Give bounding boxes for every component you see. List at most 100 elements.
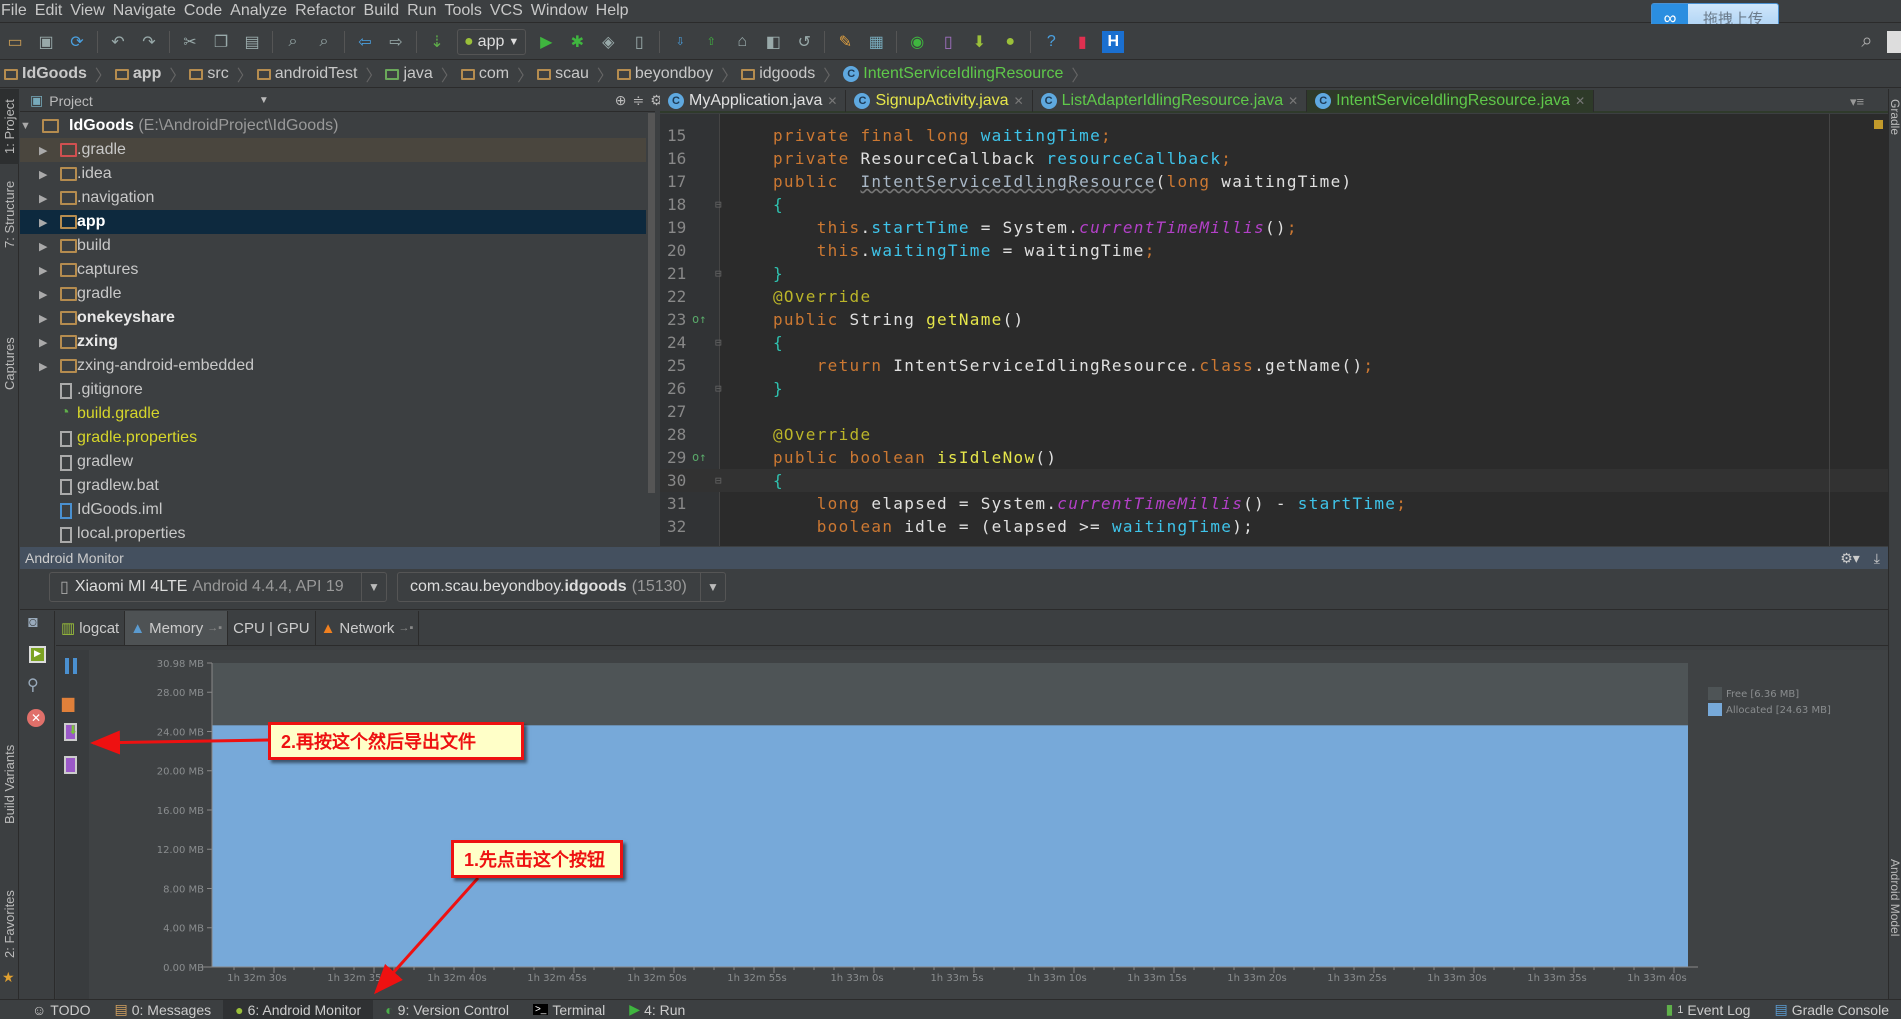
sync-icon[interactable]: ⟳ (66, 31, 88, 53)
menu-help[interactable]: Help (595, 2, 636, 20)
tree-item[interactable]: gradlew (20, 450, 646, 474)
settings-wrench-icon[interactable]: ✎ (834, 31, 856, 53)
close-icon[interactable]: ✕ (1014, 94, 1024, 108)
tree-item[interactable]: ▶ .navigation (20, 186, 646, 210)
hide-panel-icon[interactable]: ⤓ (1874, 550, 1880, 567)
tool-window-project[interactable]: 1: Project (0, 89, 19, 164)
collapsed-arrow-icon[interactable]: ▶ (39, 288, 47, 301)
tab-network[interactable]: ▲ Network →▪ (316, 611, 420, 645)
tool-window-structure[interactable]: 7: Structure (0, 169, 19, 259)
tab-cpu-gpu[interactable]: CPU | GPU (228, 611, 316, 645)
pause-icon[interactable] (65, 658, 77, 674)
dump-java-heap-icon[interactable]: ⬇ (64, 723, 78, 741)
undo-icon[interactable]: ↶ (107, 31, 129, 53)
fold-marker-icon[interactable]: ⊟ (715, 469, 722, 492)
screen-record-icon[interactable]: ▶ (29, 646, 46, 663)
collapse-all-icon[interactable]: ≑ (632, 92, 644, 109)
device-icon[interactable]: ▮ (1071, 31, 1093, 53)
close-icon[interactable]: ✕ (1575, 94, 1585, 108)
vcs-history-icon[interactable]: ⌂ (731, 31, 753, 53)
initiate-gc-icon[interactable]: ▆ (62, 693, 74, 713)
fold-marker-icon[interactable]: ⊟ (715, 193, 722, 216)
tree-item[interactable]: IdGoods.iml (20, 498, 646, 522)
tree-item[interactable]: ◔ build.gradle (20, 402, 646, 426)
tree-scrollbar[interactable] (648, 113, 655, 493)
editor-tab[interactable]: C MyApplication.java ✕ (660, 90, 847, 112)
tab-memory[interactable]: ▲ Memory →▪ (125, 611, 229, 645)
save-icon[interactable]: ▣ (35, 31, 57, 53)
menu-edit[interactable]: Edit (34, 2, 70, 20)
search-icon[interactable]: ⌕ (1856, 30, 1878, 53)
breadcrumb-app[interactable]: app 〉 (114, 62, 189, 86)
tree-item[interactable]: ▶ zxing (20, 330, 646, 354)
override-marker-icon[interactable]: o↑ (692, 308, 706, 331)
breadcrumb-idgoods-pkg[interactable]: idgoods 〉 (741, 62, 843, 86)
open-folder-icon[interactable]: ▭ (4, 31, 26, 53)
process-select[interactable]: com.scau.beyondboy. idgoods (15130) ▼ (397, 572, 726, 602)
menu-file[interactable]: File (0, 2, 34, 20)
tree-item[interactable]: ▶ build (20, 234, 646, 258)
chevron-down-icon[interactable]: ▼ (259, 95, 269, 106)
tool-window-favorites[interactable]: 2: Favorites (0, 879, 19, 969)
vcs-revert-icon[interactable]: ↺ (793, 31, 815, 53)
redo-icon[interactable]: ↷ (138, 31, 160, 53)
find-icon[interactable]: ⌕ (282, 31, 304, 53)
vcs-compare-icon[interactable]: ◧ (762, 31, 784, 53)
tree-item[interactable]: gradle.properties (20, 426, 646, 450)
fold-marker-icon[interactable]: ⊟ (715, 331, 722, 354)
vcs-update-icon[interactable]: ⇩ (669, 31, 691, 53)
make-project-icon[interactable]: ⇣ (426, 31, 448, 53)
forward-icon[interactable]: ⇨ (385, 31, 407, 53)
breadcrumb-src[interactable]: src 〉 (189, 62, 256, 86)
menu-run[interactable]: Run (406, 2, 443, 20)
menu-vcs[interactable]: VCS (489, 2, 530, 20)
code-editor[interactable]: 15 private final long waitingTime; 16 priva… (660, 114, 1888, 546)
breadcrumb-class[interactable]: C IntentServiceIdlingResource 〉 (843, 62, 1091, 86)
gradle-sync-icon[interactable]: ◉ (906, 31, 928, 53)
tree-item[interactable]: gradlew.bat (20, 474, 646, 498)
menu-build[interactable]: Build (363, 2, 407, 20)
tool-todo[interactable]: ☺ TODO (20, 1000, 103, 1019)
tool-version-control[interactable]: ◐ 9: Version Control (373, 1000, 521, 1019)
pin-icon[interactable]: →▪ (207, 622, 222, 634)
debug-icon[interactable]: ✱ (566, 31, 588, 53)
breadcrumb-java[interactable]: java 〉 (385, 62, 460, 86)
collapsed-arrow-icon[interactable]: ▶ (39, 144, 47, 157)
collapsed-arrow-icon[interactable]: ▶ (39, 168, 47, 181)
coverage-icon[interactable]: ◈ (597, 31, 619, 53)
tree-item[interactable]: ▶ onekeyshare (20, 306, 646, 330)
avd-manager-icon[interactable]: ▯ (937, 31, 959, 53)
tree-root[interactable]: ▼ IdGoods (E:\AndroidProject\IdGoods) (20, 114, 646, 138)
tree-item[interactable]: local.properties (20, 522, 646, 546)
tree-item[interactable]: ▶ captures (20, 258, 646, 282)
breadcrumb-beyondboy[interactable]: beyondboy 〉 (616, 62, 741, 86)
breadcrumb-androidtest[interactable]: androidTest 〉 (256, 62, 386, 86)
editor-tab[interactable]: C SignupActivity.java ✕ (846, 90, 1033, 112)
editor-tab[interactable]: C IntentServiceIdlingResource.java ✕ (1307, 90, 1595, 112)
fold-marker-icon[interactable]: ⊟ (715, 377, 722, 400)
tab-list-icon[interactable]: ▾≡ (1850, 94, 1864, 110)
collapsed-arrow-icon[interactable]: ▶ (39, 216, 47, 229)
run-config-select[interactable]: ● app ▼ (457, 28, 527, 55)
tab-logcat[interactable]: ▥ logcat (56, 611, 126, 645)
vcs-commit-icon[interactable]: ⇧ (700, 31, 722, 53)
pin-icon[interactable]: →▪ (398, 622, 413, 634)
breadcrumb-com[interactable]: com 〉 (460, 62, 537, 86)
tool-event-log[interactable]: ▮ 1 Event Log (1654, 1000, 1763, 1019)
tool-messages[interactable]: ▤ 0: Messages (103, 1000, 224, 1019)
replace-icon[interactable]: ⌕ (313, 31, 335, 53)
menu-view[interactable]: View (69, 2, 111, 20)
collapsed-arrow-icon[interactable]: ▶ (39, 336, 47, 349)
tree-item[interactable]: ▶ zxing-android-embedded (20, 354, 646, 378)
collapsed-arrow-icon[interactable]: ▶ (39, 264, 47, 277)
menu-tools[interactable]: Tools (443, 2, 488, 20)
tool-run[interactable]: ▶ 4: Run (617, 1000, 697, 1019)
allocation-tracking-icon[interactable] (64, 756, 77, 774)
collapsed-arrow-icon[interactable]: ▶ (39, 312, 47, 325)
sdk-manager-icon[interactable]: ⬇ (968, 31, 990, 53)
menu-code[interactable]: Code (183, 2, 229, 20)
tool-window-gradle[interactable]: Gradle (1888, 99, 1901, 135)
android-device-monitor-icon[interactable]: ● (999, 31, 1021, 53)
expanded-arrow-icon[interactable]: ▼ (20, 120, 31, 132)
attach-debugger-icon[interactable]: ▯ (628, 31, 650, 53)
